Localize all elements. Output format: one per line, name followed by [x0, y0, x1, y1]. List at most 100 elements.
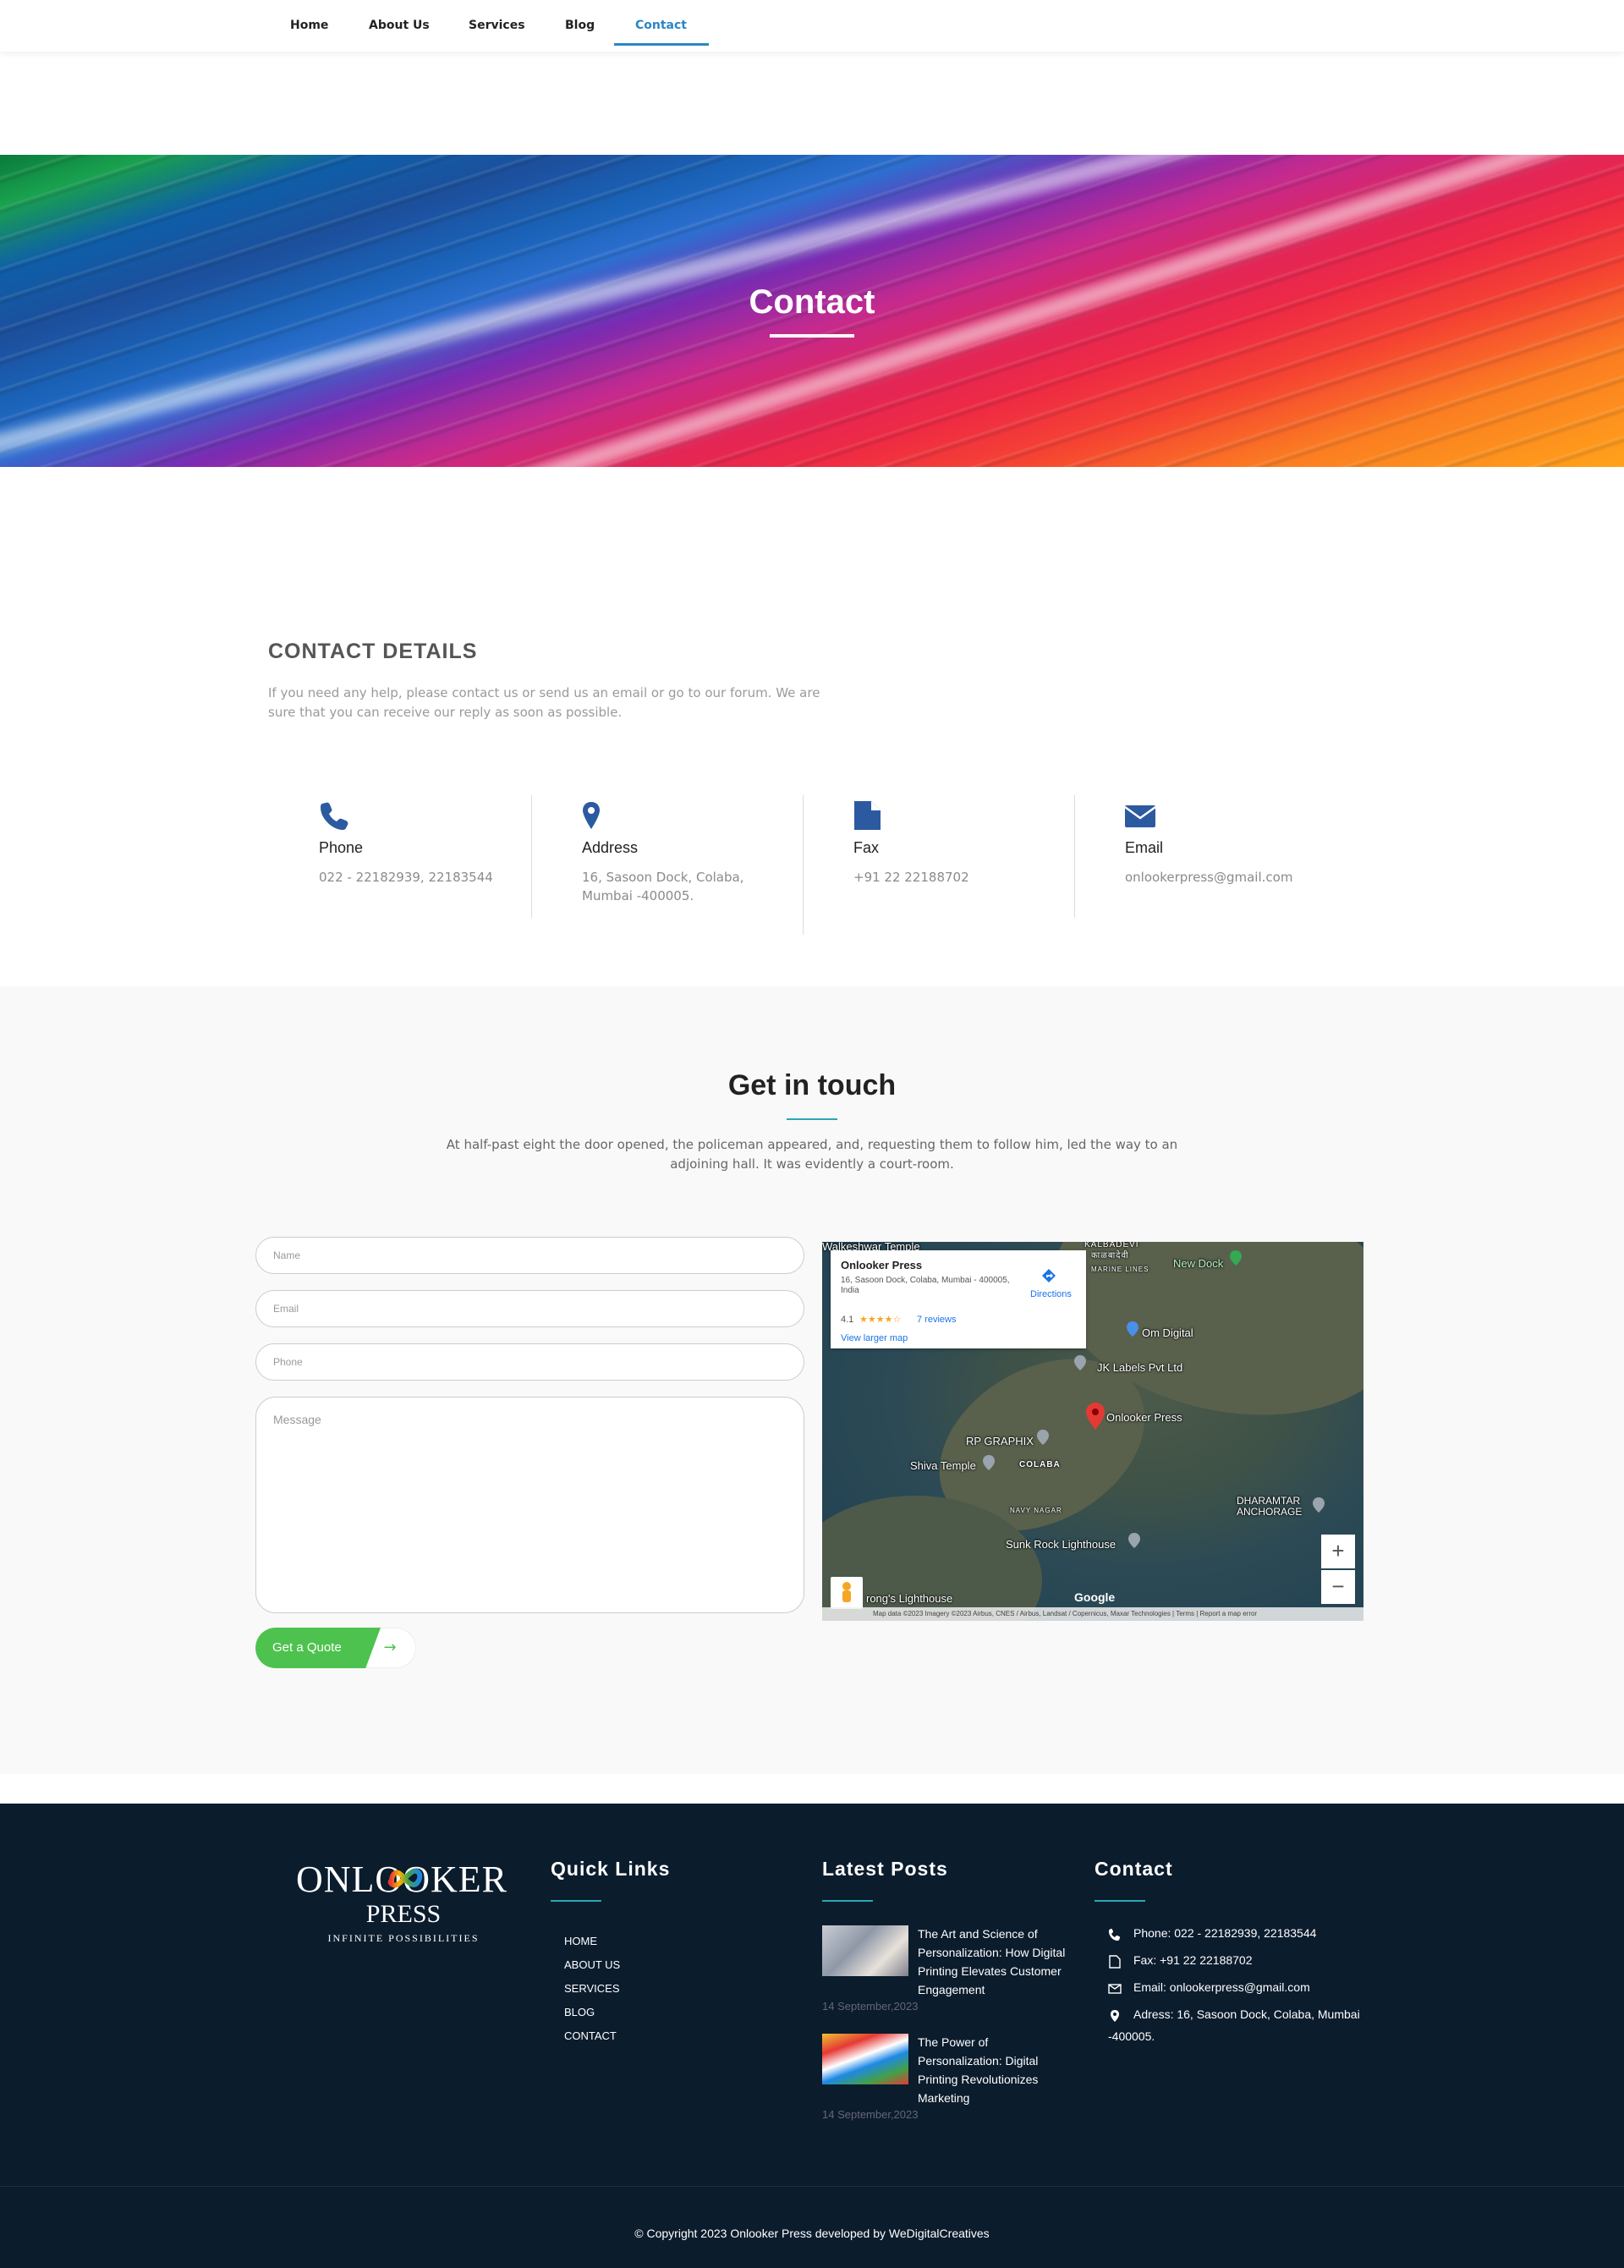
nav-contact[interactable]: Contact — [635, 19, 687, 32]
directions-icon[interactable] — [1040, 1267, 1057, 1284]
logo-tagline: INFINITE POSSIBILITIES — [327, 1932, 480, 1944]
reviews-link[interactable]: 7 reviews — [917, 1315, 956, 1325]
nav-services[interactable]: Services — [469, 19, 525, 32]
card-value: 022 - 22182939, 22183544 — [319, 870, 493, 885]
name-field[interactable] — [255, 1237, 804, 1274]
contact-card-fax: Fax +91 22 22188702 — [803, 795, 1073, 935]
map-place-label: RP GRAPHIX — [966, 1435, 1034, 1447]
logo-press: PRESS — [365, 1900, 442, 1928]
document-icon — [854, 801, 881, 830]
hero-banner: Contact — [0, 155, 1624, 467]
google-logo: Google — [1074, 1590, 1116, 1604]
heading-underline — [1095, 1900, 1145, 1902]
map-area-label: COLABA — [1019, 1460, 1061, 1469]
card-value: 16, Sasoon Dock, Colaba, Mumbai -400005. — [582, 870, 744, 903]
contact-card-email: Email onlookerpress@gmail.com — [1074, 795, 1345, 935]
phone-icon — [1109, 1929, 1120, 1941]
phone-icon — [321, 802, 348, 830]
street-view-pegman-icon[interactable] — [831, 1577, 863, 1609]
map-place-label: Shiva Temple — [910, 1459, 976, 1472]
map-pin-icon[interactable] — [1128, 1533, 1140, 1548]
map-pin-icon[interactable] — [1313, 1497, 1325, 1513]
latest-posts-heading: Latest Posts — [822, 1858, 948, 1880]
place-address: 16, Sasoon Dock, Colaba, Mumbai - 400005… — [841, 1276, 1010, 1295]
envelope-icon — [1108, 1984, 1122, 1994]
embedded-map[interactable]: Walkeshwar Temple KALBADEVI काळबादेवी MA… — [822, 1242, 1363, 1621]
footer-email[interactable]: Email: onlookerpress@gmail.com — [1133, 1976, 1310, 1998]
footer-link-contact[interactable]: CONTACT — [564, 2029, 617, 2042]
map-pin-icon[interactable] — [1037, 1430, 1049, 1445]
post-title-link[interactable]: The Art and Science of Personalization: … — [918, 1925, 1070, 1999]
infinity-logo-icon — [387, 1868, 423, 1888]
map-place-label: JK Labels Pvt Ltd — [1097, 1361, 1183, 1374]
map-place-label: rong's Lighthouse — [866, 1592, 953, 1605]
map-pin-icon[interactable] — [1074, 1355, 1086, 1370]
card-divider — [531, 795, 532, 918]
zoom-out-button[interactable]: − — [1321, 1570, 1355, 1604]
card-label: Email — [1125, 839, 1164, 856]
pegman-icon — [842, 1582, 851, 1602]
footer-phone: Phone: 022 - 22182939, 22183544 — [1133, 1926, 1317, 1940]
get-in-touch-heading: Get in touch — [727, 1069, 897, 1101]
footer-link-about-us[interactable]: ABOUT US — [564, 1958, 620, 1971]
get-in-touch-section: Get in touch At half-past eight the door… — [0, 986, 1624, 1774]
map-place-card: Onlooker Press 16, Sasoon Dock, Colaba, … — [831, 1250, 1086, 1348]
nav-home[interactable]: Home — [290, 19, 328, 32]
map-marker-icon[interactable] — [1086, 1403, 1105, 1430]
message-field[interactable] — [255, 1397, 804, 1613]
copyright-text: © Copyright 2023 Onlooker Press develope… — [634, 2227, 990, 2240]
get-in-touch-description: At half-past eight the door opened, the … — [446, 1137, 1178, 1172]
get-a-quote-button[interactable]: → Get a Quote — [255, 1628, 416, 1668]
footer-address: Adress: 16, Sasoon Dock, Colaba, Mumbai … — [1108, 2007, 1360, 2043]
card-divider — [803, 795, 804, 935]
document-icon — [1109, 1955, 1121, 1969]
heading-underline — [822, 1900, 873, 1902]
map-attribution[interactable]: Map data ©2023 Imagery ©2023 Airbus, CNE… — [822, 1607, 1363, 1621]
place-rating: 4.1 — [841, 1315, 854, 1325]
directions-link[interactable]: Directions — [1030, 1289, 1072, 1299]
card-divider — [1074, 795, 1075, 918]
view-larger-map-link[interactable]: View larger map — [841, 1333, 908, 1343]
map-place-label: New Dock — [1173, 1257, 1224, 1270]
star-rating-icon: ★★★★☆ — [859, 1315, 902, 1325]
post-thumbnail[interactable] — [822, 1925, 908, 1976]
footer-contact-heading: Contact — [1095, 1858, 1173, 1880]
get-a-quote-label[interactable]: Get a Quote — [255, 1628, 381, 1668]
site-footer: ONLOOKER PRESS INFINITE POSSIBILITIES Qu… — [0, 1804, 1624, 2268]
map-pin-icon[interactable] — [1230, 1250, 1242, 1266]
map-pin-icon[interactable] — [983, 1455, 995, 1470]
map-place-label: DHARAMTAR ANCHORAGE — [1237, 1495, 1303, 1518]
envelope-icon — [1125, 805, 1155, 827]
heading-underline — [551, 1900, 601, 1902]
map-pin-icon[interactable] — [1127, 1321, 1138, 1337]
phone-field[interactable] — [255, 1343, 804, 1381]
nav-about-us[interactable]: About Us — [369, 19, 430, 32]
nav-blog[interactable]: Blog — [565, 19, 595, 32]
map-marker-icon — [583, 802, 600, 829]
footer-link-services[interactable]: SERVICES — [564, 1982, 620, 1995]
map-area-label: NAVY NAGAR — [1010, 1507, 1062, 1514]
contact-card-address: Address 16, Sasoon Dock, Colaba, Mumbai … — [531, 795, 802, 935]
post-date: 14 September,2023 — [822, 2000, 919, 2013]
post-date: 14 September,2023 — [822, 2108, 919, 2121]
top-navigation: Home About Us Services Blog Contact — [0, 0, 1624, 52]
map-area-label: MARINE LINES — [1091, 1266, 1149, 1273]
footer-link-blog[interactable]: BLOG — [564, 2006, 595, 2018]
post-thumbnail[interactable] — [822, 2034, 908, 2084]
map-place-label: Onlooker Press — [1106, 1411, 1182, 1424]
place-title: Onlooker Press — [841, 1259, 923, 1271]
map-place-label: Om Digital — [1142, 1326, 1193, 1339]
heading-underline — [787, 1118, 837, 1120]
onlooker-press-logo[interactable]: ONLOOKER PRESS INFINITE POSSIBILITIES — [296, 1858, 516, 1944]
email-field[interactable] — [255, 1290, 804, 1327]
post-title-link[interactable]: The Power of Personalization: Digital Pr… — [918, 2033, 1070, 2107]
card-value: +91 22 22188702 — [853, 870, 969, 885]
title-underline — [770, 334, 854, 338]
footer-divider — [0, 2186, 1624, 2187]
zoom-in-button[interactable]: + — [1321, 1535, 1355, 1568]
card-label: Phone — [319, 839, 364, 856]
footer-link-home[interactable]: HOME — [564, 1935, 597, 1947]
card-value: onlookerpress@gmail.com — [1125, 870, 1293, 885]
quick-links-heading: Quick Links — [551, 1858, 671, 1880]
map-place-label: Sunk Rock Lighthouse — [1006, 1538, 1116, 1551]
